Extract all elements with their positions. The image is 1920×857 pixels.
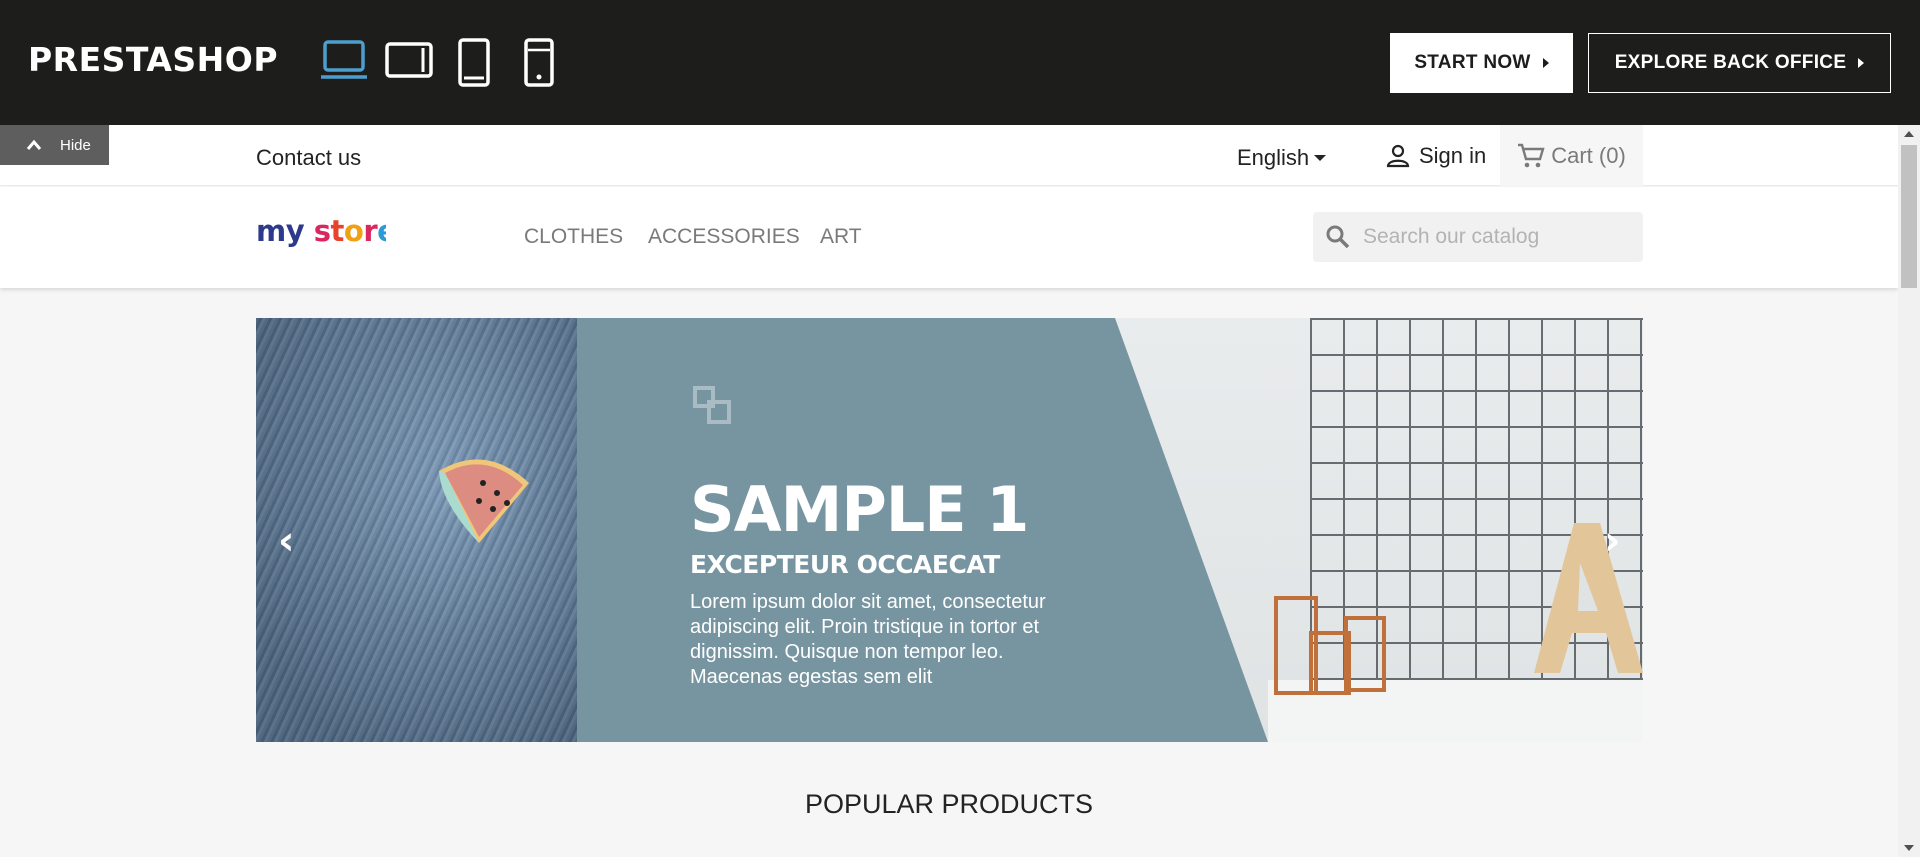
slide-logo-icon — [693, 386, 731, 424]
cart-link[interactable]: Cart (0) — [1500, 125, 1643, 186]
cart-label: Cart (0) — [1551, 142, 1626, 168]
watermelon-pin-image — [439, 459, 529, 543]
caret-right-icon — [1858, 58, 1865, 68]
store-preview: Hide Contact us English Sign in Cart (0) — [0, 125, 1898, 857]
slide-subtitle: EXCEPTEUR OCCAECAT — [690, 550, 1000, 579]
language-selector[interactable]: English — [1237, 145, 1327, 171]
menu-clothes[interactable]: CLOTHES — [524, 225, 623, 249]
vertical-scrollbar[interactable] — [1898, 125, 1920, 857]
scrollbar-thumb[interactable] — [1901, 145, 1917, 288]
contact-us-link[interactable]: Contact us — [256, 145, 361, 171]
mobile-icon[interactable] — [522, 38, 556, 88]
slide-description: Lorem ipsum dolor sit amet, consectetur … — [690, 591, 1046, 688]
search-input[interactable] — [1363, 225, 1633, 249]
store-logo[interactable]: my store — [256, 213, 397, 260]
caret-right-icon — [1542, 58, 1549, 68]
start-now-label: START NOW — [1414, 52, 1531, 73]
copper-candle-holders-image — [1274, 596, 1386, 695]
prestashop-logo[interactable]: PRESTASHOP — [28, 40, 278, 79]
svg-text:my store: my store — [256, 214, 386, 248]
menu-art[interactable]: ART — [820, 225, 862, 249]
hide-toolbar-button[interactable]: Hide — [0, 125, 109, 165]
sign-in-link[interactable]: Sign in — [1385, 143, 1486, 169]
chevron-up-icon — [26, 139, 42, 150]
language-label: English — [1237, 145, 1310, 170]
explore-label: EXPLORE BACK OFFICE — [1614, 52, 1847, 73]
hide-label: Hide — [60, 136, 91, 154]
store-header: my store CLOTHES ACCESSORIES ART — [0, 187, 1898, 288]
home-slider: SAMPLE 1 EXCEPTEUR OCCAECAT Lorem ipsum … — [256, 318, 1643, 742]
popular-products-heading: POPULAR PRODUCTS — [804, 789, 1094, 819]
caret-down-icon — [1314, 155, 1327, 161]
letter-a-decor-image — [1534, 523, 1643, 673]
top-nav: Contact us English Sign in Cart (0) — [0, 125, 1898, 186]
sign-in-label: Sign in — [1419, 143, 1487, 168]
tablet-landscape-icon[interactable] — [385, 38, 433, 82]
my-store-logo: my store — [256, 214, 397, 248]
demo-toolbar: PRESTASHOP START NOW EXPLORE BACK OFFICE — [0, 0, 1920, 125]
user-icon — [1386, 144, 1410, 168]
scroll-down-icon[interactable] — [1904, 845, 1914, 851]
explore-back-office-button[interactable]: EXPLORE BACK OFFICE — [1588, 33, 1891, 93]
slide-title: SAMPLE 1 — [690, 473, 1029, 546]
slider-prev-button[interactable]: ‹ — [278, 518, 294, 564]
slider-next-button[interactable]: › — [1604, 518, 1620, 564]
start-now-button[interactable]: START NOW — [1390, 33, 1573, 93]
desktop-icon[interactable] — [320, 38, 368, 82]
search-icon[interactable] — [1325, 224, 1351, 250]
search-widget — [1313, 212, 1643, 262]
tablet-portrait-icon[interactable] — [457, 38, 491, 88]
menu-accessories[interactable]: ACCESSORIES — [648, 225, 800, 249]
scroll-up-icon[interactable] — [1904, 131, 1914, 137]
shopping-cart-icon — [1518, 143, 1545, 167]
